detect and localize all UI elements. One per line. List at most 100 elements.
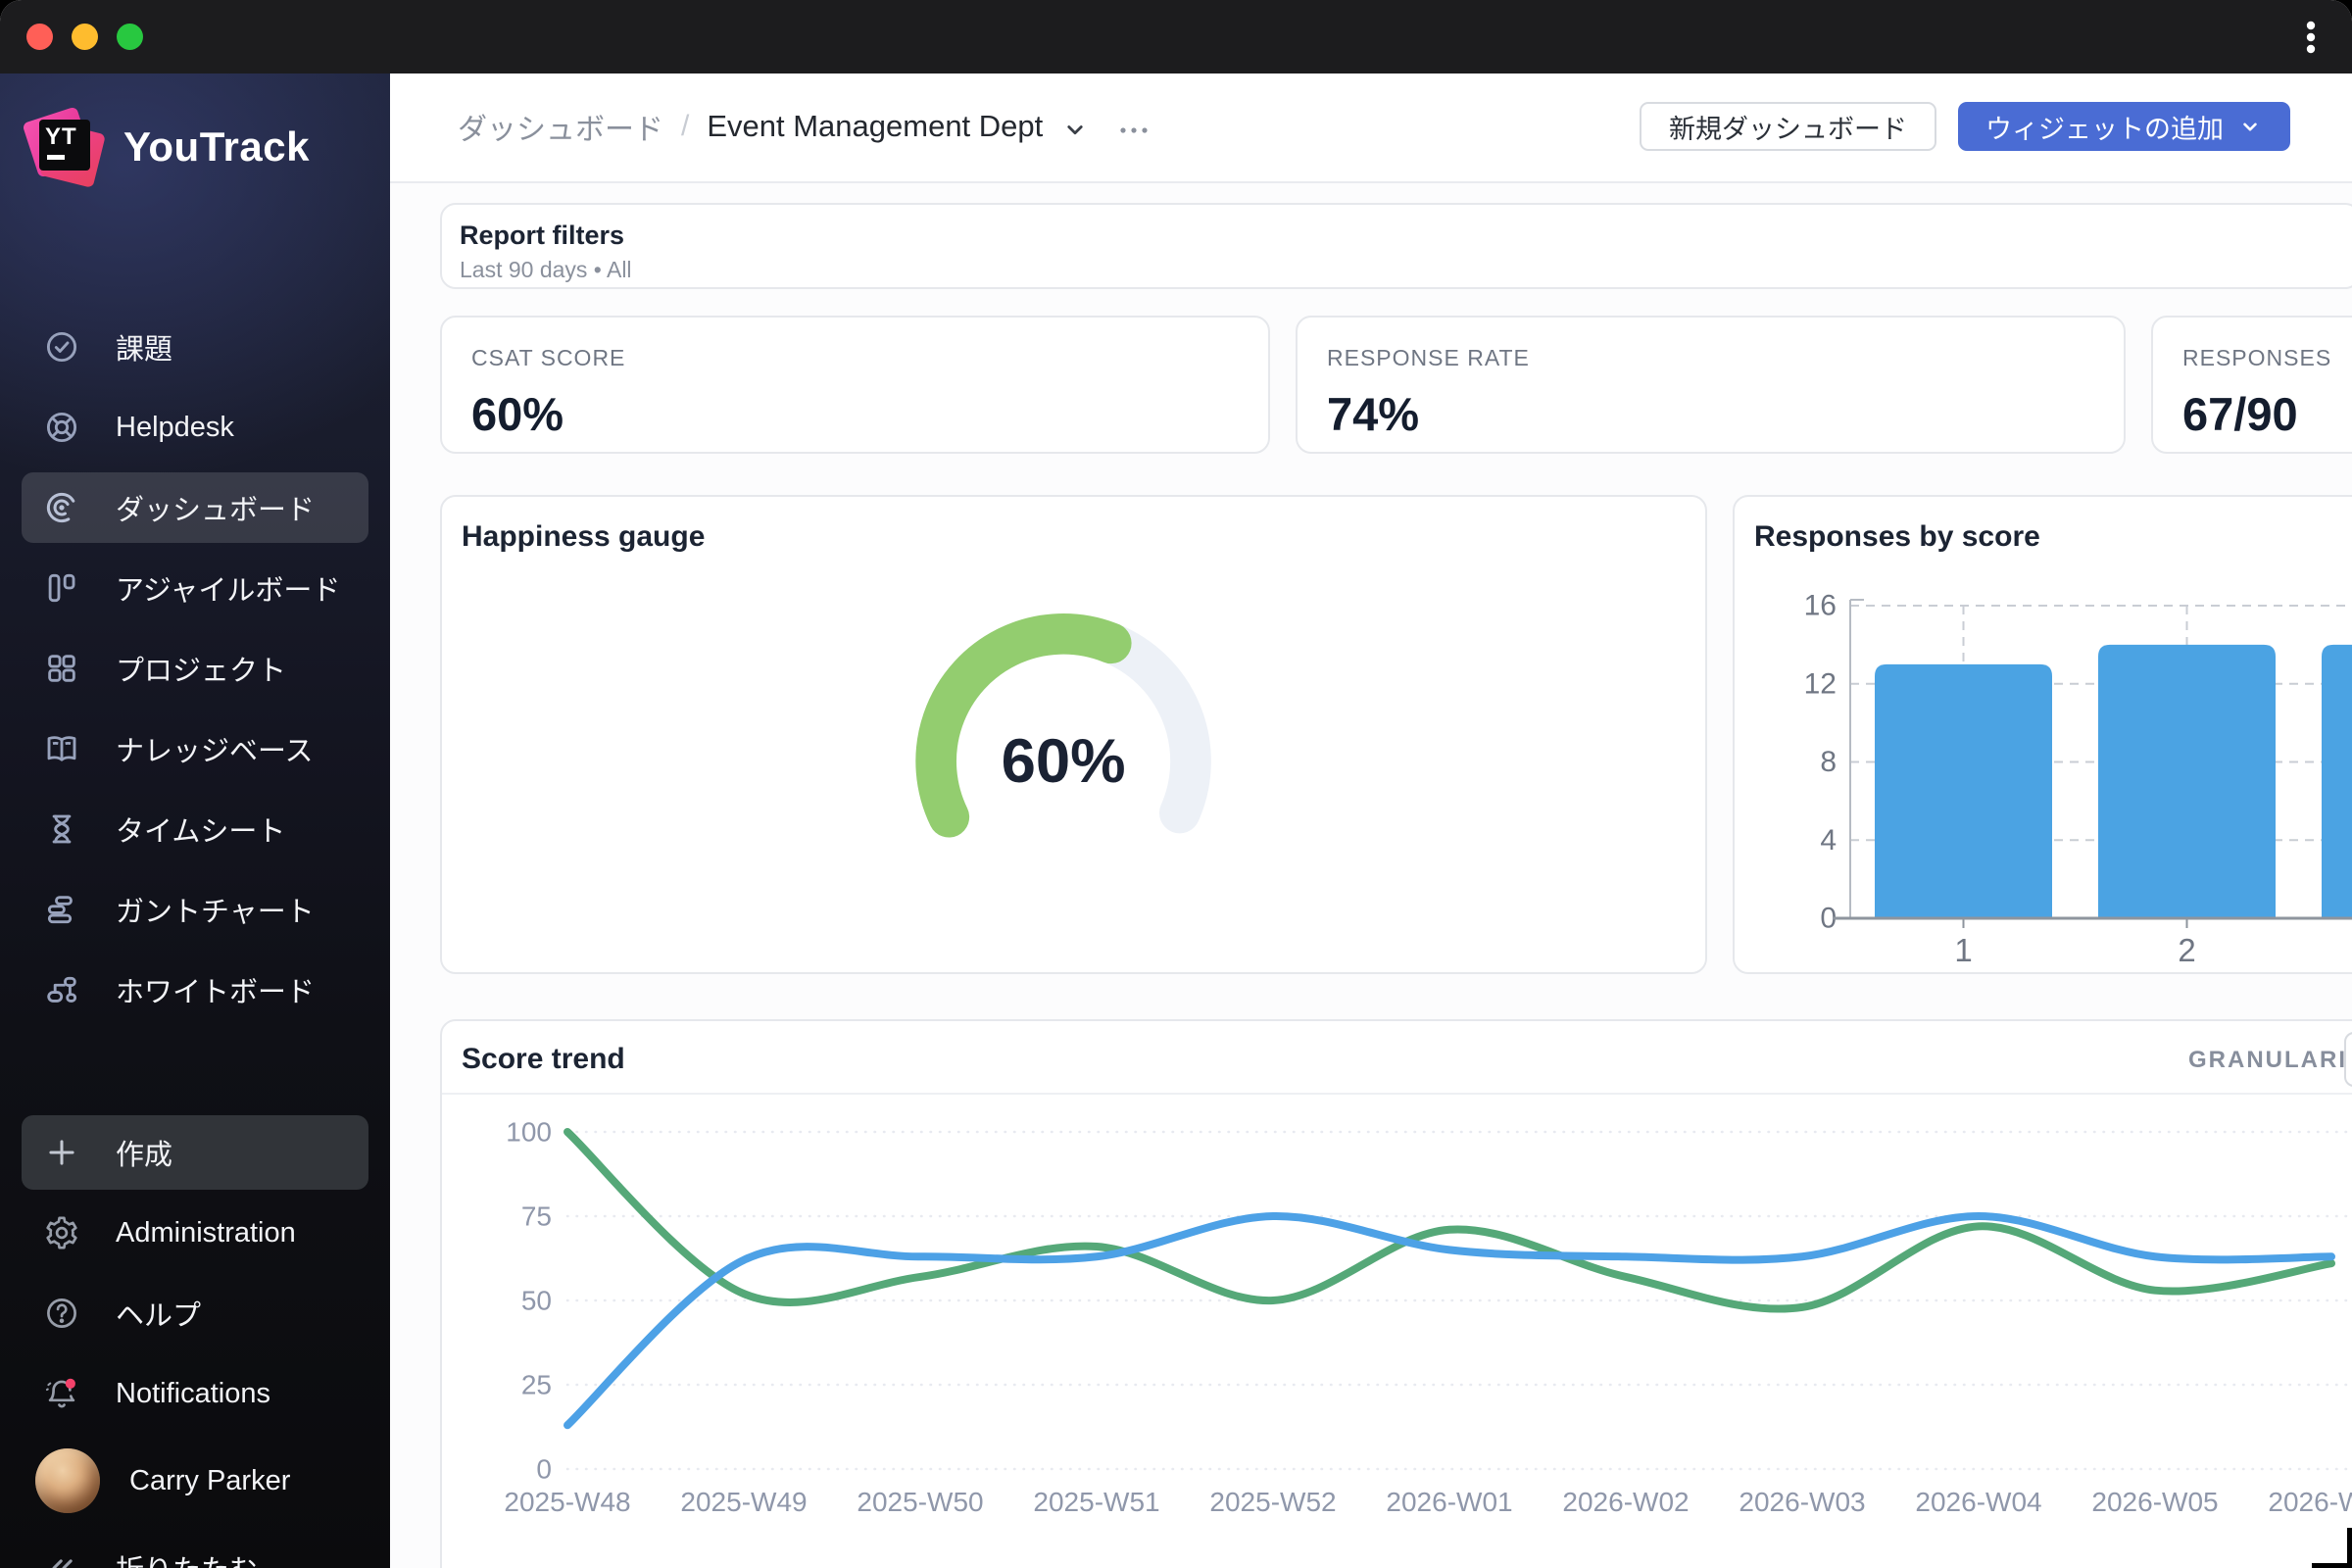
- svg-text:0: 0: [536, 1454, 552, 1485]
- add-widget-button[interactable]: ウィジェットの追加: [1958, 102, 2290, 151]
- new-dashboard-button[interactable]: 新規ダッシュボード: [1640, 102, 1936, 151]
- kpi-label: CSAT SCORE: [471, 345, 626, 370]
- report-filters-card[interactable]: Report filters Last 90 days • All: [440, 203, 2352, 289]
- responses-by-score-widget: Responses by score 0481216123: [1733, 495, 2352, 974]
- svg-text:2026-W02: 2026-W02: [1562, 1487, 1689, 1517]
- sidebar-item-gantt-charts[interactable]: ガントチャート: [0, 869, 390, 950]
- sidebar-item-label: Helpdesk: [116, 411, 234, 443]
- sidebar-item-knowledge-base[interactable]: ナレッジベース: [0, 709, 390, 789]
- svg-text:100: 100: [506, 1117, 552, 1148]
- main-content: ダッシュボード / Event Management Dept 新規ダッシュボー…: [390, 74, 2352, 1568]
- chevron-down-icon: [2243, 122, 2257, 131]
- sidebar-item-help[interactable]: ヘルプ: [0, 1273, 390, 1353]
- svg-text:2026-W05: 2026-W05: [2091, 1487, 2218, 1517]
- svg-text:2025-W49: 2025-W49: [680, 1487, 807, 1517]
- svg-text:16: 16: [1804, 590, 1837, 622]
- notification-dot: [65, 1378, 75, 1389]
- projects-grid-icon: [43, 650, 80, 687]
- sidebar-item-dashboards[interactable]: ダッシュボード: [0, 467, 390, 548]
- svg-text:2026-W03: 2026-W03: [1739, 1487, 1865, 1517]
- notifications-label: Notifications: [116, 1377, 270, 1409]
- happiness-gauge-chart: 60%: [442, 497, 1705, 972]
- kpi-value: 60%: [471, 388, 564, 440]
- sidebar-item-administration[interactable]: Administration: [0, 1193, 390, 1273]
- breadcrumb-current-dashboard[interactable]: Event Management Dept: [707, 109, 1043, 144]
- gear-icon: [43, 1214, 80, 1251]
- responses-by-score-chart: 0481216123: [1735, 497, 2352, 972]
- sidebar-item-timesheets[interactable]: タイムシート: [0, 789, 390, 869]
- titlebar: [0, 0, 2352, 74]
- administration-label: Administration: [116, 1216, 296, 1249]
- kpi-value: 74%: [1327, 388, 1420, 440]
- create-label: 作成: [116, 1140, 173, 1171]
- plus-icon: [43, 1134, 80, 1171]
- sidebar-item-agile-boards[interactable]: アジャイルボード: [0, 548, 390, 628]
- close-window-button[interactable]: [26, 24, 53, 50]
- gantt-bars-icon: [43, 891, 80, 928]
- zoom-window-button[interactable]: [117, 24, 143, 50]
- sidebar-item-notifications[interactable]: Notifications: [0, 1353, 390, 1434]
- sidebar-item-label: ホワイトボード: [116, 977, 316, 1008]
- score-trend-chart: 0 25 50 75 100 2025-W48 2025-W49 2025-W50 2025-W…: [442, 1021, 2352, 1568]
- sidebar-item-label: 課題: [116, 334, 173, 366]
- report-filters-summary: Last 90 days • All: [460, 257, 632, 282]
- svg-text:2: 2: [2178, 932, 2195, 968]
- sidebar: YT YouTrack 課題 Helpdesk ダッシュボード アジャイルボード…: [0, 74, 390, 1568]
- create-button[interactable]: 作成: [0, 1112, 390, 1193]
- sidebar-item-issues[interactable]: 課題: [0, 307, 390, 387]
- logo-badge: YT: [45, 123, 77, 150]
- breadcrumb-separator: /: [681, 110, 690, 142]
- question-circle-icon: [43, 1295, 80, 1332]
- app-logo[interactable]: YT YouTrack: [22, 106, 310, 188]
- kpi-value: 67/90: [2182, 388, 2298, 440]
- sidebar-item-label: ガントチャート: [116, 897, 315, 928]
- dashboard-spiral-icon: [43, 489, 80, 526]
- knowledge-book-icon: [43, 730, 80, 767]
- kpi-card-responses: RESPONSES 67/90: [2151, 316, 2352, 454]
- chevron-down-icon[interactable]: [1060, 115, 1090, 144]
- app-title: YouTrack: [123, 123, 310, 170]
- svg-text:2025-W50: 2025-W50: [857, 1487, 983, 1517]
- score-trend-widget: Score trend GRANULARITY 02550751002025-W…: [440, 1019, 2352, 1568]
- sidebar-item-label: ダッシュボード: [116, 495, 316, 526]
- sidebar-item-label: プロジェクト: [116, 656, 287, 687]
- double-chevron-left-icon: [43, 1549, 80, 1568]
- sidebar-item-label: アジャイルボード: [116, 575, 341, 607]
- minimize-window-button[interactable]: [72, 24, 98, 50]
- sidebar-item-user-profile[interactable]: Carry Parker: [0, 1434, 390, 1528]
- svg-text:50: 50: [521, 1286, 552, 1316]
- svg-text:25: 25: [521, 1370, 552, 1400]
- svg-text:12: 12: [1804, 667, 1837, 700]
- svg-text:2025-W51: 2025-W51: [1033, 1487, 1159, 1517]
- breadcrumb: ダッシュボード / Event Management Dept: [458, 74, 1154, 179]
- whiteboard-nodes-icon: [43, 971, 80, 1008]
- breadcrumb-dashboards-link[interactable]: ダッシュボード: [458, 105, 663, 148]
- kpi-card-csat-score: CSAT SCORE 60%: [440, 316, 1270, 454]
- sidebar-item-projects[interactable]: プロジェクト: [0, 628, 390, 709]
- sidebar-item-helpdesk[interactable]: Helpdesk: [0, 387, 390, 467]
- kpi-label: RESPONSE RATE: [1327, 345, 1530, 370]
- youtrack-logo-icon: YT: [22, 106, 106, 188]
- sidebar-item-whiteboards[interactable]: ホワイトボード: [0, 950, 390, 1030]
- lifebuoy-icon: [43, 409, 80, 446]
- topbar-actions: 新規ダッシュボード ウィジェットの追加: [1640, 74, 2290, 179]
- sidebar-item-collapse[interactable]: 折りたたむ: [0, 1528, 390, 1568]
- kpi-label: RESPONSES: [2182, 345, 2332, 370]
- sidebar-item-label: タイムシート: [116, 816, 286, 848]
- sidebar-footer: 作成 Administration ヘルプ Notifications Carr…: [0, 1112, 390, 1568]
- sidebar-item-label: ナレッジベース: [116, 736, 314, 767]
- svg-text:2026-W04: 2026-W04: [1915, 1487, 2041, 1517]
- svg-text:4: 4: [1820, 824, 1837, 857]
- svg-text:2025-W48: 2025-W48: [504, 1487, 630, 1517]
- window-menu-kebab-icon[interactable]: [2299, 18, 2323, 57]
- svg-text:1: 1: [1954, 932, 1972, 968]
- more-options-icon[interactable]: [1115, 116, 1154, 145]
- help-label: ヘルプ: [116, 1300, 202, 1332]
- svg-text:8: 8: [1820, 746, 1837, 778]
- check-circle-icon: [43, 328, 80, 366]
- happiness-gauge-widget: Happiness gauge 60%: [440, 495, 1707, 974]
- bell-icon: [43, 1375, 80, 1412]
- user-avatar: [35, 1448, 100, 1513]
- svg-text:2025-W52: 2025-W52: [1209, 1487, 1336, 1517]
- hourglass-icon: [43, 810, 80, 848]
